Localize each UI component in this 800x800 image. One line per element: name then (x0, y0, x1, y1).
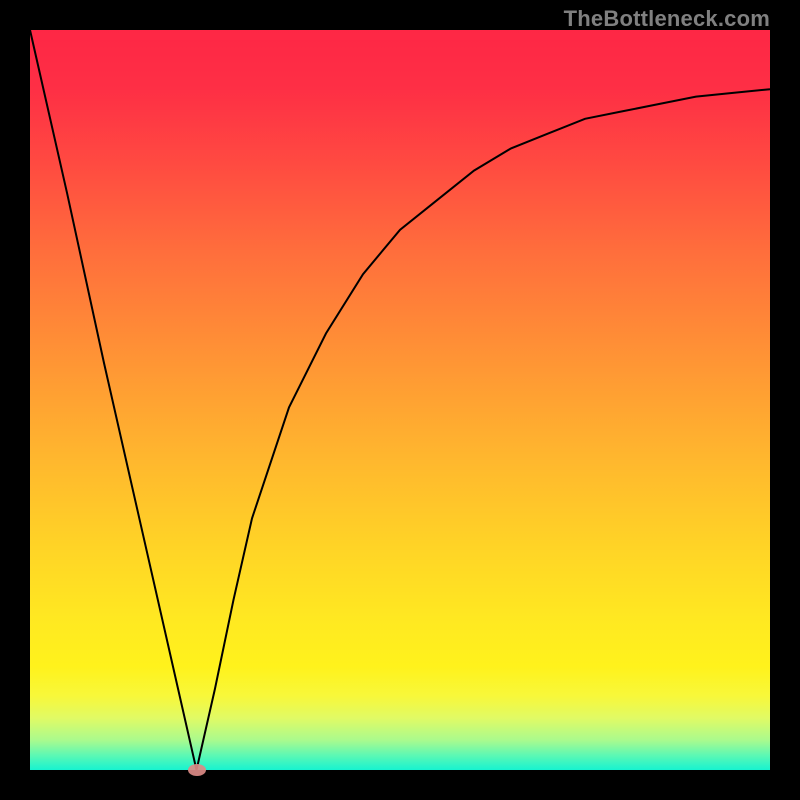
plot-area (30, 30, 770, 770)
min-marker (188, 764, 206, 776)
curve-path (30, 30, 770, 770)
line-series (30, 30, 770, 770)
attribution-text: TheBottleneck.com (564, 6, 770, 32)
chart-frame: TheBottleneck.com (0, 0, 800, 800)
